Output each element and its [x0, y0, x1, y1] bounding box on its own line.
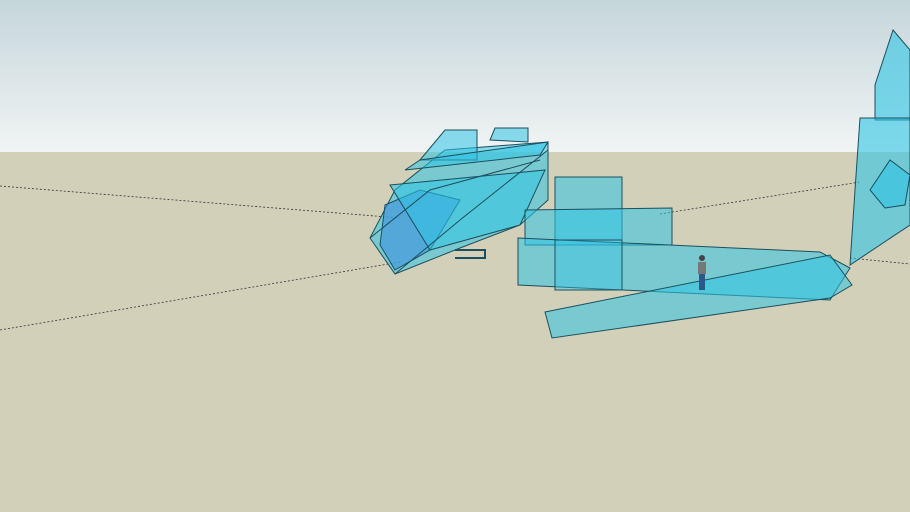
3d-viewport[interactable]	[0, 0, 910, 512]
scene	[0, 0, 910, 512]
sky	[0, 0, 910, 152]
